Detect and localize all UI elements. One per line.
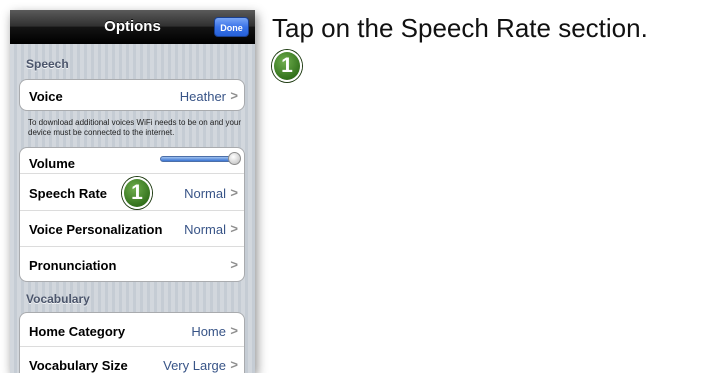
chevron-right-icon: > — [230, 257, 238, 272]
home-category-value: Home — [191, 324, 226, 339]
voice-personalization-value: Normal — [184, 222, 226, 237]
voice-personalization-row[interactable]: Voice Personalization Normal > — [20, 211, 244, 247]
step-1-badge-legend: 1 — [272, 50, 302, 82]
vocabulary-size-label: Vocabulary Size — [29, 358, 128, 373]
section-header-vocabulary: Vocabulary — [26, 292, 90, 306]
speech-rate-label: Speech Rate — [29, 186, 108, 201]
step-1-badge: 1 — [122, 177, 152, 209]
speech-settings-group: Volume Speech Rate Normal > Voice Person… — [19, 147, 245, 282]
home-category-label: Home Category — [29, 324, 126, 339]
chevron-right-icon: > — [230, 221, 238, 236]
chevron-right-icon: > — [230, 88, 238, 103]
volume-slider-knob[interactable] — [228, 152, 241, 165]
chevron-right-icon: > — [230, 323, 238, 338]
vocabulary-size-value: Very Large — [163, 358, 226, 373]
section-header-speech: Speech — [26, 57, 69, 71]
instruction-text: Tap on the Speech Rate section. — [272, 13, 648, 43]
vocabulary-size-row[interactable]: Vocabulary Size Very Large > — [20, 347, 244, 373]
voice-value: Heather — [179, 89, 226, 104]
volume-row: Volume — [20, 148, 244, 174]
volume-label: Volume — [29, 156, 75, 171]
voice-label: Voice — [29, 89, 63, 104]
navigation-bar: Options Done — [10, 10, 255, 44]
chevron-right-icon: > — [230, 357, 238, 372]
voice-row[interactable]: Voice Heather > — [20, 80, 244, 110]
chevron-right-icon: > — [230, 185, 238, 200]
pronunciation-row[interactable]: Pronunciation > — [20, 247, 244, 281]
done-button[interactable]: Done — [214, 17, 249, 37]
home-category-row[interactable]: Home Category Home > — [20, 313, 244, 347]
voice-download-note: To download additional voices WiFi needs… — [28, 118, 242, 137]
pronunciation-label: Pronunciation — [29, 258, 117, 273]
speech-rate-value: Normal — [184, 186, 226, 201]
voice-personalization-label: Voice Personalization — [29, 222, 163, 237]
voice-group: Voice Heather > — [19, 79, 245, 111]
vocabulary-group: Home Category Home > Vocabulary Size Ver… — [19, 312, 245, 373]
volume-slider[interactable] — [160, 156, 238, 162]
